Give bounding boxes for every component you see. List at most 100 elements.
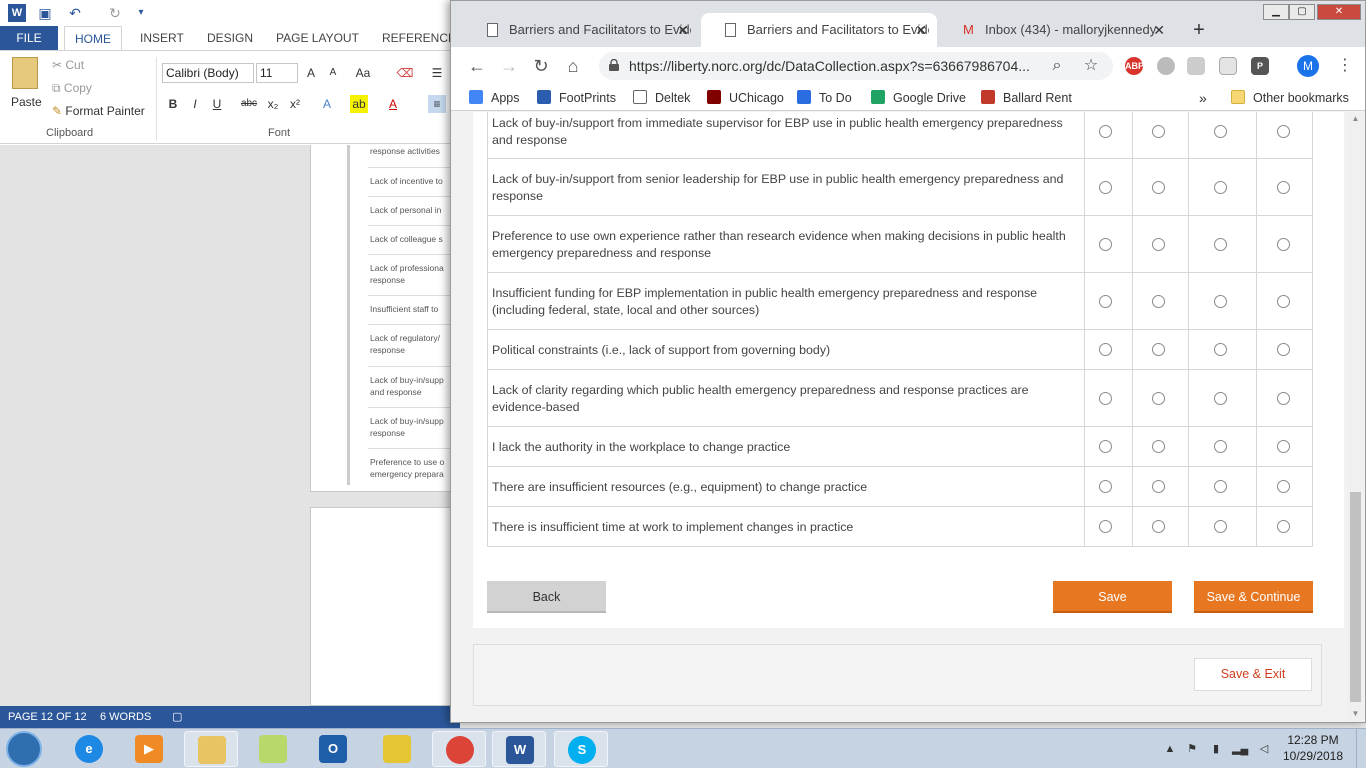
font-size-select[interactable]: 11 xyxy=(256,63,298,83)
grow-font-icon[interactable]: A xyxy=(302,64,320,82)
minimize-button[interactable]: ▁ xyxy=(1263,4,1289,20)
show-hidden-icons-icon[interactable]: ▲ xyxy=(1162,741,1178,757)
redo-icon[interactable]: ↻ xyxy=(106,4,124,22)
bookmark-todo[interactable]: To Do xyxy=(797,85,852,111)
paste-button[interactable]: Paste xyxy=(8,57,44,123)
font-color-icon[interactable]: A xyxy=(384,95,402,113)
avatar[interactable]: M xyxy=(1297,55,1319,77)
bookmark-footprints[interactable]: FootPrints xyxy=(537,85,616,111)
response-radio[interactable] xyxy=(1152,238,1165,251)
cut-button[interactable]: ✂ Cut xyxy=(52,56,84,74)
taskbar-app-file-explorer[interactable] xyxy=(184,731,238,767)
response-radio[interactable] xyxy=(1099,181,1112,194)
network-signal-icon[interactable]: ▂▄ xyxy=(1232,741,1248,757)
tab-insert[interactable]: INSERT xyxy=(140,26,184,50)
superscript-icon[interactable]: x² xyxy=(286,95,304,113)
clear-formatting-icon[interactable]: ⌫ xyxy=(396,64,414,82)
bullets-icon[interactable]: ☰ xyxy=(428,64,446,82)
action-center-flag-icon[interactable]: ⚑ xyxy=(1184,741,1200,757)
response-radio[interactable] xyxy=(1152,392,1165,405)
bold-icon[interactable]: B xyxy=(164,95,182,113)
save-exit-button[interactable]: Save & Exit xyxy=(1194,658,1312,691)
close-icon[interactable]: ✕ xyxy=(677,13,689,47)
save-continue-button[interactable]: Save & Continue xyxy=(1194,581,1313,613)
response-radio[interactable] xyxy=(1152,480,1165,493)
text-effects-icon[interactable]: A xyxy=(318,95,336,113)
taskbar-app-word[interactable]: W xyxy=(492,731,546,767)
pocket-icon[interactable]: P xyxy=(1251,57,1269,75)
format-painter-button[interactable]: ✎ Format Painter xyxy=(52,102,145,120)
tab-design[interactable]: DESIGN xyxy=(207,26,253,50)
underline-icon[interactable]: U xyxy=(208,95,226,113)
response-radio[interactable] xyxy=(1277,238,1290,251)
response-radio[interactable] xyxy=(1099,480,1112,493)
url-text[interactable]: https://liberty.norc.org/dc/DataCollecti… xyxy=(629,52,1029,80)
response-radio[interactable] xyxy=(1277,125,1290,138)
reload-icon[interactable]: ↻ xyxy=(529,54,553,78)
taskbar-app-sticky-notes[interactable] xyxy=(246,731,300,767)
extension-icon[interactable] xyxy=(1187,57,1205,75)
close-icon[interactable]: ✕ xyxy=(915,13,927,47)
change-case-icon[interactable]: Aa xyxy=(354,64,372,82)
response-radio[interactable] xyxy=(1152,343,1165,356)
response-radio[interactable] xyxy=(1152,520,1165,533)
tab-barriers-2[interactable]: Barriers and Facilitators to Evide ✕ xyxy=(701,13,937,47)
bookmark-deltek[interactable]: Deltek xyxy=(633,85,690,111)
bookmark-apps[interactable]: Apps xyxy=(469,85,520,111)
taskbar-app-chrome[interactable] xyxy=(432,731,486,767)
response-radio[interactable] xyxy=(1152,440,1165,453)
response-radio[interactable] xyxy=(1277,295,1290,308)
tab-page-layout[interactable]: PAGE LAYOUT xyxy=(276,26,359,50)
more-bookmarks-button[interactable]: » xyxy=(1199,85,1207,111)
response-radio[interactable] xyxy=(1099,125,1112,138)
document-extension-icon[interactable] xyxy=(1219,57,1237,75)
maximize-button[interactable]: ▢ xyxy=(1289,4,1315,20)
scroll-down-icon[interactable]: ▼ xyxy=(1350,709,1361,719)
response-radio[interactable] xyxy=(1277,480,1290,493)
response-radio[interactable] xyxy=(1099,392,1112,405)
tab-barriers-1[interactable]: Barriers and Facilitators to Evide ✕ xyxy=(463,13,699,47)
taskbar-app-vpn-key[interactable] xyxy=(370,731,424,767)
response-radio[interactable] xyxy=(1152,125,1165,138)
save-button[interactable]: Save xyxy=(1053,581,1172,613)
taskbar-app-media-player[interactable]: ▶ xyxy=(122,731,176,767)
response-radio[interactable] xyxy=(1214,343,1227,356)
word-count[interactable]: 6 WORDS xyxy=(100,706,151,728)
tab-inbox[interactable]: M Inbox (434) - malloryjkennedy@ ✕ xyxy=(939,13,1175,47)
bookmark-uchicago[interactable]: UChicago xyxy=(707,85,784,111)
tab-home[interactable]: HOME xyxy=(64,26,122,50)
response-radio[interactable] xyxy=(1214,480,1227,493)
extension-icon[interactable] xyxy=(1157,57,1175,75)
subscript-icon[interactable]: x₂ xyxy=(264,95,282,113)
volume-muted-icon[interactable]: ◁ xyxy=(1256,741,1272,757)
taskbar-app-skype[interactable]: S xyxy=(554,731,608,767)
forward-arrow-icon[interactable]: → xyxy=(497,54,521,78)
address-bar[interactable]: https://liberty.norc.org/dc/DataCollecti… xyxy=(599,52,1113,80)
start-button[interactable] xyxy=(6,731,42,767)
proofing-icon[interactable]: ▢ xyxy=(172,706,182,728)
response-radio[interactable] xyxy=(1214,295,1227,308)
response-radio[interactable] xyxy=(1099,295,1112,308)
response-radio[interactable] xyxy=(1099,520,1112,533)
response-radio[interactable] xyxy=(1277,392,1290,405)
response-radio[interactable] xyxy=(1099,238,1112,251)
adblock-icon[interactable]: ABP xyxy=(1125,57,1144,75)
response-radio[interactable] xyxy=(1214,181,1227,194)
response-radio[interactable] xyxy=(1277,181,1290,194)
highlight-icon[interactable]: ab xyxy=(350,95,368,113)
battery-icon[interactable]: ▮ xyxy=(1208,741,1224,757)
copy-button[interactable]: ⧉ Copy xyxy=(52,79,92,97)
close-icon[interactable]: ✕ xyxy=(1153,13,1165,47)
save-icon[interactable]: ▣ xyxy=(36,4,54,22)
show-desktop-button[interactable] xyxy=(1356,729,1366,768)
other-bookmarks[interactable]: Other bookmarks xyxy=(1231,85,1349,111)
align-left-icon[interactable]: ≡ xyxy=(428,95,446,113)
taskbar-app-internet-explorer[interactable]: e xyxy=(62,731,116,767)
new-tab-button[interactable]: + xyxy=(1185,16,1213,44)
response-radio[interactable] xyxy=(1277,440,1290,453)
back-arrow-icon[interactable]: ← xyxy=(465,54,489,78)
menu-icon[interactable]: ⋮ xyxy=(1337,55,1353,77)
bookmark-ballard-rent[interactable]: Ballard Rent xyxy=(981,85,1072,111)
response-radio[interactable] xyxy=(1214,238,1227,251)
taskbar-app-outlook[interactable]: O xyxy=(306,731,360,767)
